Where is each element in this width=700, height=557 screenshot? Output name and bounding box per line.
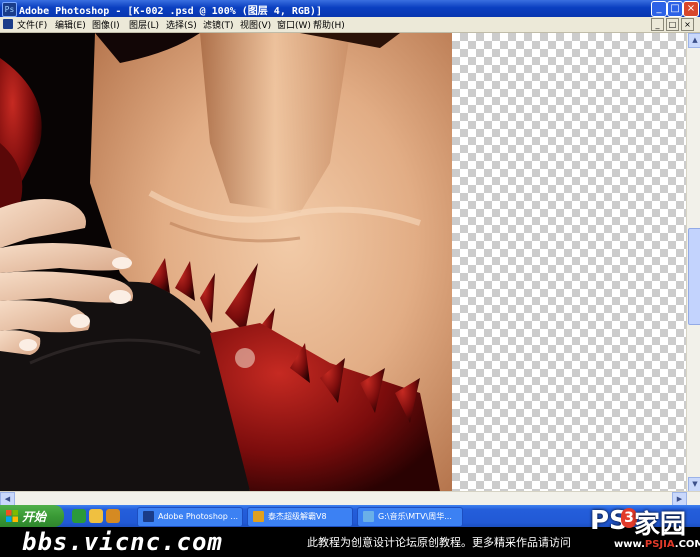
windows-logo-icon (6, 510, 18, 522)
doc-minimize-button[interactable]: _ (651, 18, 664, 31)
scroll-up-icon[interactable]: ▲ (688, 33, 700, 48)
menu-layer[interactable]: 图层(L) (129, 18, 159, 31)
title-bar: Ps Adobe Photoshop - [K-002 .psd @ 100% … (0, 0, 700, 17)
start-button[interactable]: 开始 (0, 505, 64, 527)
watermark-note: 此教程为创意设计论坛原创教程。更多精采作品请访问 (307, 536, 571, 549)
vertical-scroll-thumb[interactable] (688, 228, 700, 325)
menu-file[interactable]: 文件(F) (17, 18, 47, 31)
task-photoshop[interactable]: Adobe Photoshop ... (137, 507, 243, 527)
logo-jia: 家园 (634, 510, 687, 540)
task-label: Adobe Photoshop ... (158, 512, 239, 521)
task-folder[interactable]: G:\音乐\MTV\周华... (357, 507, 463, 527)
start-label: 开始 (22, 510, 47, 524)
photoshop-icon (143, 511, 154, 522)
task-media-player[interactable]: 泰杰超级解霸V8 (247, 507, 353, 527)
menu-edit[interactable]: 编辑(E) (55, 18, 86, 31)
transparency-grid (452, 33, 686, 491)
psjia-logo: PS 3 家园 www.PSJIA.COM (588, 500, 700, 557)
quicklaunch-media-icon[interactable] (89, 509, 103, 523)
artwork-image (0, 33, 452, 491)
window-title: Adobe Photoshop - [K-002 .psd @ 100% (图层… (19, 6, 322, 17)
doc-close-button[interactable]: × (681, 18, 694, 31)
doc-restore-button[interactable]: □ (666, 18, 679, 31)
logo-url-brand: PSJIA (644, 539, 675, 550)
menu-view[interactable]: 视图(V) (240, 18, 271, 31)
menu-window[interactable]: 窗口(W) (277, 18, 311, 31)
logo-url-prefix: www. (614, 539, 645, 550)
menu-help[interactable]: 帮助(H) (313, 18, 345, 31)
media-player-icon (253, 511, 264, 522)
minimize-button[interactable]: _ (651, 1, 667, 17)
menu-filter[interactable]: 滤镜(T) (203, 18, 234, 31)
maximize-button[interactable]: □ (667, 1, 683, 17)
document-canvas[interactable] (0, 33, 686, 491)
menu-image[interactable]: 图像(I) (92, 18, 120, 31)
task-label: G:\音乐\MTV\周华... (378, 512, 452, 521)
vertical-scrollbar[interactable]: ▲ ▼ (686, 33, 700, 492)
watermark-site: bbs.vicnc.com (22, 528, 223, 556)
scroll-down-icon[interactable]: ▼ (688, 477, 700, 492)
menu-select[interactable]: 选择(S) (166, 18, 197, 31)
quicklaunch-browser-icon[interactable] (72, 509, 86, 523)
scroll-left-icon[interactable]: ◀ (0, 492, 15, 506)
folder-icon (363, 511, 374, 522)
document-icon[interactable] (3, 19, 13, 29)
logo-url-suffix: .COM (674, 539, 700, 550)
close-button[interactable]: × (683, 1, 699, 17)
menu-bar: 文件(F) 编辑(E) 图像(I) 图层(L) 选择(S) 滤镜(T) 视图(V… (0, 17, 700, 33)
photoshop-icon: Ps (2, 2, 17, 17)
logo-url: www.PSJIA.COM (614, 539, 700, 550)
quicklaunch-player-icon[interactable] (106, 509, 120, 523)
task-label: 泰杰超级解霸V8 (268, 512, 327, 521)
